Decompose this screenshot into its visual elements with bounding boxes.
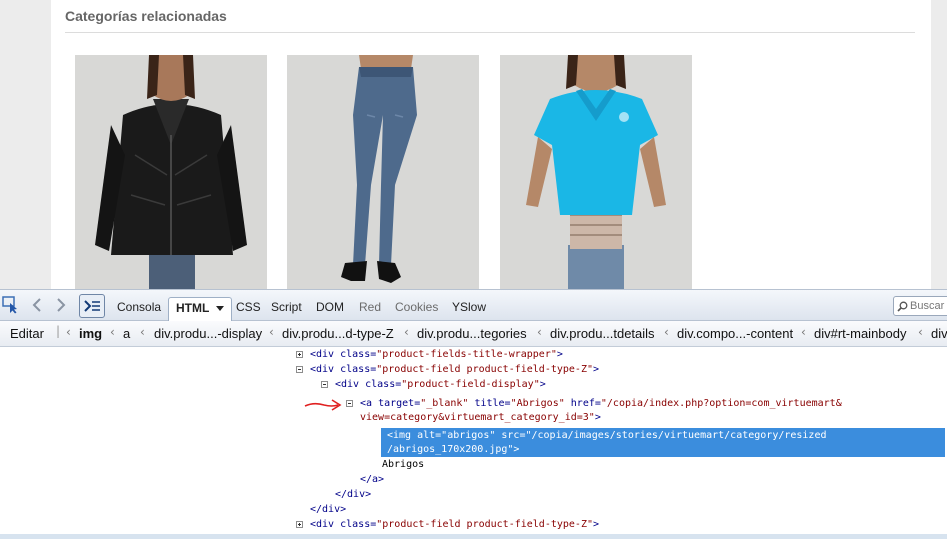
- section-divider: [65, 32, 915, 33]
- command-line-icon[interactable]: [79, 294, 105, 318]
- category-image-jeans[interactable]: [287, 55, 479, 289]
- chevron-left-icon: ‹: [918, 325, 923, 339]
- category-image-jacket[interactable]: [75, 55, 267, 289]
- tab-script[interactable]: Script: [267, 297, 306, 319]
- chevron-left-icon: ‹: [269, 325, 274, 339]
- forward-arrow-icon[interactable]: [51, 295, 71, 315]
- back-arrow-icon[interactable]: [27, 295, 47, 315]
- chevron-left-icon: ‹: [801, 325, 806, 339]
- html-tree-panel: <div class="product-fields-title-wrapper…: [0, 347, 947, 539]
- collapse-toggle-icon[interactable]: [296, 366, 303, 373]
- tab-html[interactable]: HTML: [168, 297, 233, 321]
- tab-html-label: HTML: [176, 301, 210, 315]
- tab-cookies[interactable]: Cookies: [391, 297, 442, 319]
- breadcrumb-item-img[interactable]: img: [79, 326, 102, 341]
- breadcrumb: Editar | ‹ img ‹ a ‹ div.produ...-displa…: [0, 321, 947, 347]
- tab-console[interactable]: Consola: [113, 297, 165, 319]
- breadcrumb-item-display[interactable]: div.produ...-display: [154, 326, 262, 341]
- category-image-polo[interactable]: [500, 55, 692, 289]
- search-input[interactable]: Buscar: [893, 296, 947, 316]
- tree-node-anchor[interactable]: <a target="_blank" title="Abrigos" href=…: [360, 397, 842, 411]
- tab-net[interactable]: Red: [355, 297, 385, 319]
- tree-close-div[interactable]: </div>: [335, 488, 371, 502]
- firebug-toolbar: Consola HTML CSS Script DOM Red Cookies …: [0, 289, 947, 321]
- status-strip: [0, 534, 947, 539]
- tab-yslow[interactable]: YSlow: [448, 297, 490, 319]
- expand-toggle-icon[interactable]: [296, 521, 303, 528]
- tree-node-title-wrapper[interactable]: <div class="product-fields-title-wrapper…: [310, 348, 563, 362]
- tree-close-div[interactable]: </div>: [310, 503, 346, 517]
- tree-node-product-field[interactable]: <div class="product-field product-field-…: [310, 363, 599, 377]
- chevron-left-icon: ‹: [140, 325, 145, 339]
- tree-close-a[interactable]: </a>: [360, 473, 384, 487]
- chevron-left-icon: ‹: [664, 325, 669, 339]
- web-page: Categorías relacionadas: [0, 0, 947, 289]
- breadcrumb-item-rt-mainbody[interactable]: div#rt-mainbody: [814, 326, 907, 341]
- edit-button[interactable]: Editar: [10, 326, 44, 341]
- selected-node-line: /abrigos_170x200.jpg">: [387, 444, 520, 455]
- tree-node-product-field-2[interactable]: <div class="product-field product-field-…: [310, 518, 599, 532]
- collapse-toggle-icon[interactable]: [321, 381, 328, 388]
- tree-text-node[interactable]: Abrigos: [382, 458, 424, 472]
- selected-node-line: <img alt="abrigos" src="/copia/images/st…: [387, 430, 827, 441]
- tab-css[interactable]: CSS: [232, 297, 265, 319]
- search-placeholder: Buscar: [910, 300, 945, 312]
- breadcrumb-item-type-z[interactable]: div.produ...d-type-Z: [282, 326, 394, 341]
- breadcrumb-divider: |: [56, 324, 61, 338]
- breadcrumb-item-div[interactable]: div: [931, 326, 947, 341]
- search-icon: [897, 300, 908, 318]
- section-title: Categorías relacionadas: [65, 8, 227, 24]
- arrow-annotation-icon: [304, 399, 342, 411]
- breadcrumb-item-a[interactable]: a: [123, 326, 130, 341]
- selected-tree-node-img[interactable]: <img alt="abrigos" src="/copia/images/st…: [381, 428, 945, 457]
- chevron-left-icon: ‹: [66, 325, 71, 339]
- expand-toggle-icon[interactable]: [296, 351, 303, 358]
- breadcrumb-item-productdetails[interactable]: div.produ...tdetails: [550, 326, 655, 341]
- chevron-left-icon: ‹: [404, 325, 409, 339]
- inspect-element-icon[interactable]: [1, 295, 21, 315]
- tab-dom[interactable]: DOM: [312, 297, 348, 319]
- chevron-left-icon: ‹: [110, 325, 115, 339]
- tree-node-anchor-cont[interactable]: view=category&virtuemart_category_id=3">: [360, 411, 601, 425]
- tree-node-product-field-display[interactable]: <div class="product-field-display">: [335, 378, 546, 392]
- chevron-left-icon: ‹: [537, 325, 542, 339]
- chevron-down-icon[interactable]: [216, 298, 225, 319]
- breadcrumb-item-categories[interactable]: div.produ...tegories: [417, 326, 527, 341]
- breadcrumb-item-component-content[interactable]: div.compo...-content: [677, 326, 793, 341]
- collapse-toggle-icon[interactable]: [346, 400, 353, 407]
- page-content: Categorías relacionadas: [51, 0, 931, 289]
